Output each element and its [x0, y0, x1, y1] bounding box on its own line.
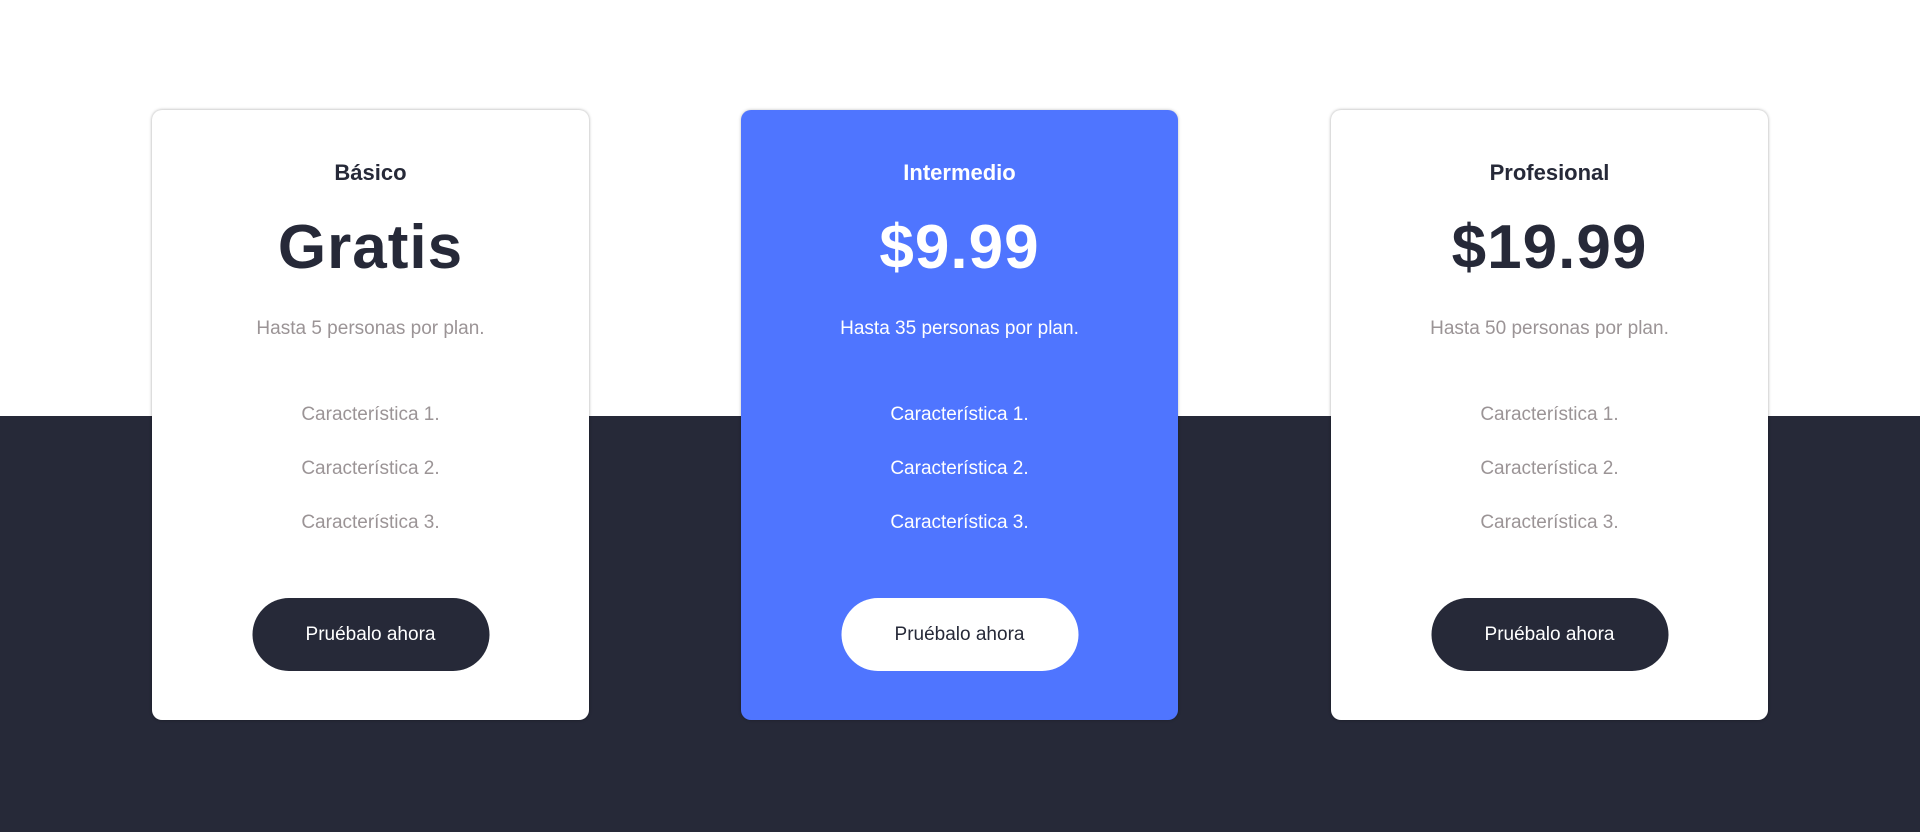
pricing-card-profesional: Profesional $19.99 Hasta 50 personas por… [1331, 110, 1768, 720]
plan-name: Intermedio [903, 160, 1016, 185]
plan-price: $9.99 [879, 213, 1040, 282]
feature-list: Característica 1. Característica 2. Cara… [152, 403, 589, 565]
plan-description: Hasta 5 personas por plan. [256, 318, 485, 339]
plan-name: Básico [334, 160, 407, 185]
feature-item: Característica 2. [890, 458, 1029, 479]
feature-item: Característica 2. [301, 458, 440, 479]
plan-description: Hasta 50 personas por plan. [1430, 318, 1669, 339]
feature-item: Característica 3. [1480, 512, 1619, 533]
pricing-card-basico: Básico Gratis Hasta 5 personas por plan.… [152, 110, 589, 720]
feature-item: Característica 3. [890, 512, 1029, 533]
plan-name: Profesional [1489, 160, 1610, 185]
pricing-card-intermedio: Intermedio $9.99 Hasta 35 personas por p… [741, 110, 1178, 720]
pricing-section: Básico Gratis Hasta 5 personas por plan.… [0, 0, 1920, 832]
plan-price: Gratis [277, 213, 464, 282]
feature-item: Característica 1. [1480, 404, 1619, 425]
feature-item: Característica 1. [301, 404, 440, 425]
try-now-button[interactable]: Pruébalo ahora [1431, 598, 1668, 671]
try-now-button[interactable]: Pruébalo ahora [252, 598, 489, 671]
plan-description: Hasta 35 personas por plan. [840, 318, 1079, 339]
feature-list: Característica 1. Característica 2. Cara… [741, 403, 1178, 565]
feature-item: Característica 2. [1480, 458, 1619, 479]
feature-item: Característica 1. [890, 404, 1029, 425]
feature-item: Característica 3. [301, 512, 440, 533]
pricing-cards: Básico Gratis Hasta 5 personas por plan.… [0, 110, 1920, 722]
plan-price: $19.99 [1451, 213, 1648, 282]
try-now-button[interactable]: Pruébalo ahora [841, 598, 1078, 671]
feature-list: Característica 1. Característica 2. Cara… [1331, 403, 1768, 565]
